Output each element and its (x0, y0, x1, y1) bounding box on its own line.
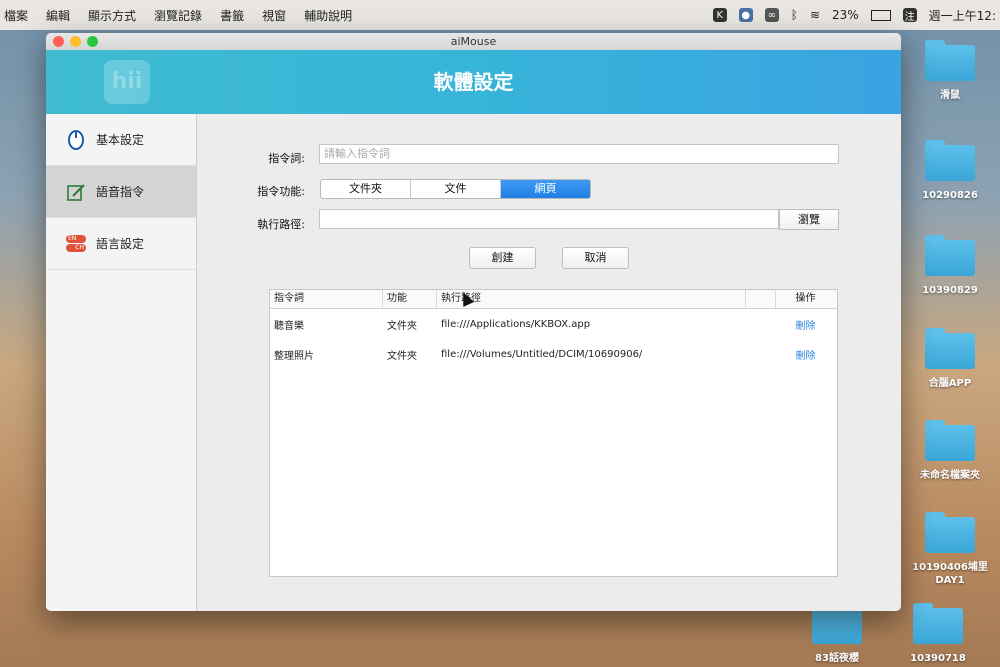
bluetooth-icon[interactable]: ᛒ (791, 8, 798, 22)
cell-function: 文件夾 (387, 350, 417, 362)
cancel-button[interactable]: 取消 (562, 247, 629, 269)
menu-history[interactable]: 瀏覽記錄 (154, 7, 202, 24)
settings-header: hii 軟體設定 (46, 50, 901, 114)
input-method-icon[interactable]: 注 (902, 8, 917, 23)
menu-help[interactable]: 輔助說明 (304, 7, 352, 24)
function-segmented-control: 文件夾 文件 網頁 (320, 179, 591, 199)
clock[interactable]: 週一上午12: (929, 7, 996, 24)
function-option-file[interactable]: 文件 (411, 180, 501, 198)
column-header-command[interactable]: 指令詞 (270, 290, 383, 308)
desktop-folder[interactable]: 滑鼠 (905, 40, 995, 102)
menu-view[interactable]: 顯示方式 (88, 7, 136, 24)
column-header-path[interactable]: 執行路徑 (437, 290, 746, 308)
desktop-folder[interactable]: 10390829 (905, 235, 995, 297)
battery-icon[interactable] (870, 9, 891, 21)
mouse-icon (66, 129, 86, 150)
create-button[interactable]: 創建 (469, 247, 536, 269)
column-header-function[interactable]: 功能 (383, 290, 437, 308)
desktop-folder-label: 未命名檔案夾 (920, 470, 980, 481)
folder-icon (913, 603, 963, 644)
command-label: 指令詞: (268, 152, 305, 165)
folder-icon (812, 603, 862, 644)
desktop-folder-label: 10390718 (910, 653, 966, 664)
cell-command: 整理照片 (274, 350, 314, 362)
desktop-folder[interactable]: 10190406埔里 DAY1 (905, 512, 995, 587)
cell-path: file:///Applications/KKBOX.app (441, 318, 591, 330)
close-button[interactable] (53, 36, 64, 47)
menu-bookmarks[interactable]: 書籤 (220, 7, 244, 24)
folder-icon (925, 40, 975, 81)
menu-edit[interactable]: 編輯 (46, 7, 70, 24)
desktop-folder[interactable]: 10290826 (905, 140, 995, 202)
desktop-folder[interactable]: 未命名檔案夾 (905, 420, 995, 482)
folder-icon (925, 328, 975, 369)
column-header-spacer (746, 290, 776, 308)
window-controls (53, 36, 98, 47)
function-option-webpage[interactable]: 網頁 (501, 180, 590, 198)
path-input[interactable] (319, 209, 779, 229)
delete-link[interactable]: 刪除 (776, 317, 835, 332)
function-label: 指令功能: (257, 185, 305, 198)
function-option-folder[interactable]: 文件夾 (321, 180, 411, 198)
en-toggle-label: EN (66, 235, 86, 243)
desktop-folder-label: 合腦APP (928, 378, 972, 389)
sidebar-item-label: 基本設定 (96, 133, 145, 147)
language-toggle-icon: EN CH (66, 234, 86, 254)
sidebar-item-label: 語音指令 (96, 185, 145, 199)
command-table: 指令詞 功能 執行路徑 操作 聽音樂 文件夾 file:///Applicati… (269, 289, 838, 577)
browse-button[interactable]: 瀏覽 (779, 209, 839, 230)
delete-link[interactable]: 刪除 (776, 347, 835, 362)
folder-icon (925, 512, 975, 553)
status-tray: K ● ∞ ᛒ ≋ 23% 注 週一上午12: (712, 0, 996, 30)
voice-command-panel: 指令詞: 請輸入指令詞 指令功能: 文件夾 文件 網頁 執行路徑: 瀏覽 創建 … (197, 114, 901, 611)
menu-window[interactable]: 視窗 (262, 7, 286, 24)
creative-cloud-icon[interactable]: ∞ (764, 8, 779, 22)
column-header-action[interactable]: 操作 (776, 290, 835, 308)
folder-icon (925, 235, 975, 276)
desktop-folder-label: 83話夜櫻 (815, 653, 859, 664)
ch-toggle-label: CH (66, 244, 86, 252)
sidebar: 基本設定 語音指令 EN CH 語言設定 (46, 114, 197, 611)
kkbox-tray-icon[interactable]: K (712, 8, 727, 22)
folder-icon (925, 420, 975, 461)
sidebar-item-basic-settings[interactable]: 基本設定 (46, 114, 196, 166)
desktop-folder[interactable]: 10390718 (893, 603, 983, 665)
folder-icon (925, 140, 975, 181)
menu-bar: 檔案 編輯 顯示方式 瀏覽記錄 書籤 視窗 輔助說明 K ● ∞ ᛒ ≋ 23%… (0, 0, 1000, 30)
minimize-button[interactable] (70, 36, 81, 47)
path-label: 執行路徑: (257, 218, 305, 231)
sidebar-item-label: 語言設定 (96, 237, 145, 251)
sidebar-item-voice-commands[interactable]: 語音指令 (46, 166, 196, 218)
window-title: aiMouse (450, 35, 497, 48)
desktop-folder-label: 滑鼠 (940, 90, 960, 101)
user-tray-icon[interactable]: ● (738, 8, 753, 22)
menu-file[interactable]: 檔案 (4, 7, 28, 24)
hii-logo-icon: hii (104, 60, 150, 104)
title-bar[interactable]: aiMouse (46, 33, 901, 50)
sidebar-item-language-settings[interactable]: EN CH 語言設定 (46, 218, 196, 270)
cell-path: file:///Volumes/Untitled/DCIM/10690906/ (441, 348, 643, 360)
desktop-folder[interactable]: 83話夜櫻 (792, 603, 882, 665)
table-row[interactable]: 聽音樂 文件夾 file:///Applications/KKBOX.app 刪… (270, 309, 837, 339)
cell-function: 文件夾 (387, 320, 417, 332)
desktop-folder[interactable]: 合腦APP (905, 328, 995, 390)
table-header: 指令詞 功能 執行路徑 操作 (270, 290, 837, 309)
cell-command: 聽音樂 (274, 320, 304, 332)
edit-icon (66, 182, 86, 202)
table-row[interactable]: 整理照片 文件夾 file:///Volumes/Untitled/DCIM/1… (270, 339, 837, 369)
wifi-icon[interactable]: ≋ (810, 8, 820, 22)
desktop-folder-label: 10290826 (922, 190, 978, 201)
zoom-button[interactable] (87, 36, 98, 47)
desktop-folder-label: 10190406埔里 DAY1 (912, 562, 988, 586)
battery-percent: 23% (832, 8, 859, 22)
page-title: 軟體設定 (433, 70, 514, 94)
command-input[interactable]: 請輸入指令詞 (319, 144, 839, 164)
desktop-folder-label: 10390829 (922, 285, 978, 296)
aimouse-window: aiMouse hii 軟體設定 基本設定 語音指令 EN CH 語言設定 指令… (46, 33, 901, 611)
